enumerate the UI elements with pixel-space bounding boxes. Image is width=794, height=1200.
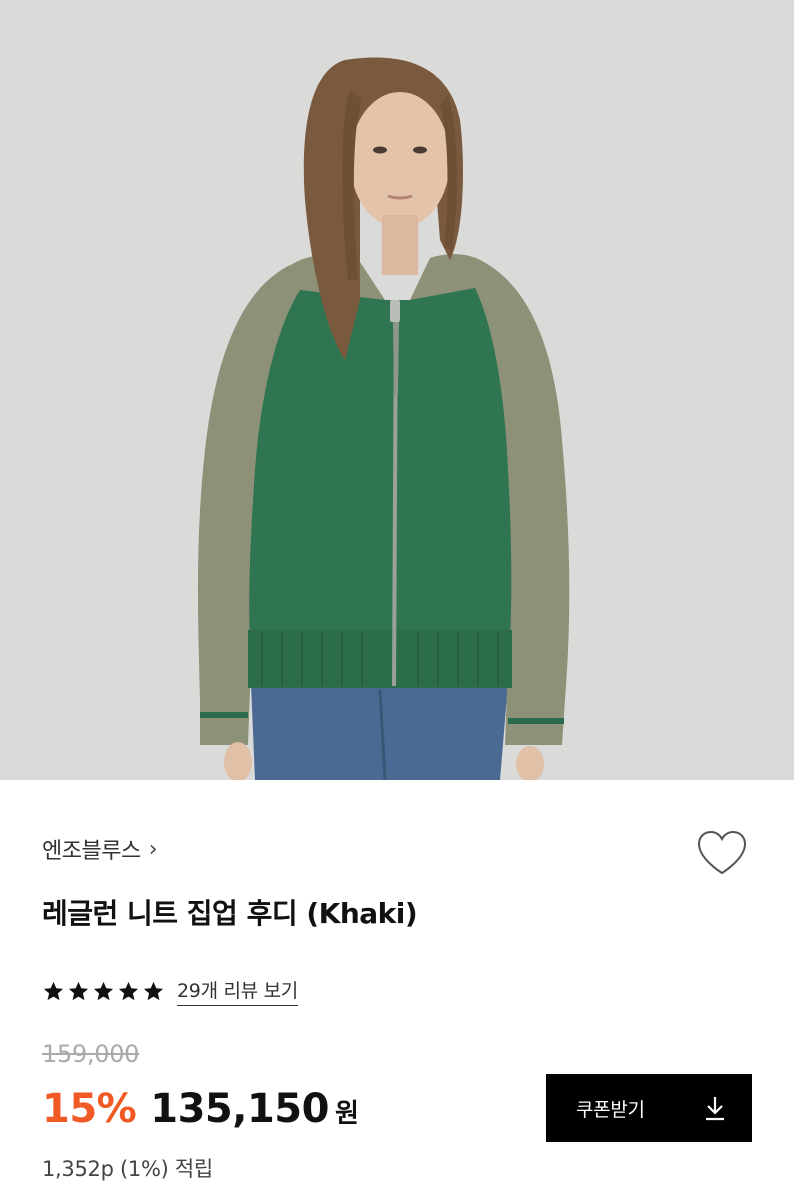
coupon-download-button[interactable]: 쿠폰받기 xyxy=(546,1074,752,1142)
product-photo-illustration xyxy=(0,0,794,780)
review-link[interactable]: 29개 리뷰 보기 xyxy=(177,976,298,1006)
brand-name: 엔조블루스 xyxy=(42,839,141,864)
star-icon xyxy=(68,981,89,1000)
reward-points: 1,352p (1%) 적립 xyxy=(42,1157,213,1181)
chevron-right-icon: › xyxy=(148,836,158,862)
star-icon xyxy=(43,981,64,1000)
currency-unit: 원 xyxy=(334,1099,359,1129)
rating-row: 29개 리뷰 보기 xyxy=(42,974,298,1008)
coupon-label: 쿠폰받기 xyxy=(576,1098,645,1121)
star-icon xyxy=(118,981,139,1000)
brand-link[interactable]: 엔조블루스 › xyxy=(42,832,158,866)
product-title: 레글런 니트 집업 후디 (Khaki) xyxy=(42,897,418,930)
sale-price: 135,150 xyxy=(150,1086,329,1132)
original-price: 159,000 xyxy=(42,1040,140,1068)
wishlist-button[interactable] xyxy=(692,824,752,882)
price-row: 15% 135,150 원 xyxy=(42,1086,359,1136)
star-icon xyxy=(143,981,164,1000)
download-icon xyxy=(706,1097,724,1121)
heart-outline-icon xyxy=(697,830,747,875)
discount-rate: 15% xyxy=(42,1086,137,1132)
star-icon xyxy=(93,981,114,1000)
star-rating xyxy=(42,980,165,1003)
product-image[interactable] xyxy=(0,0,794,780)
